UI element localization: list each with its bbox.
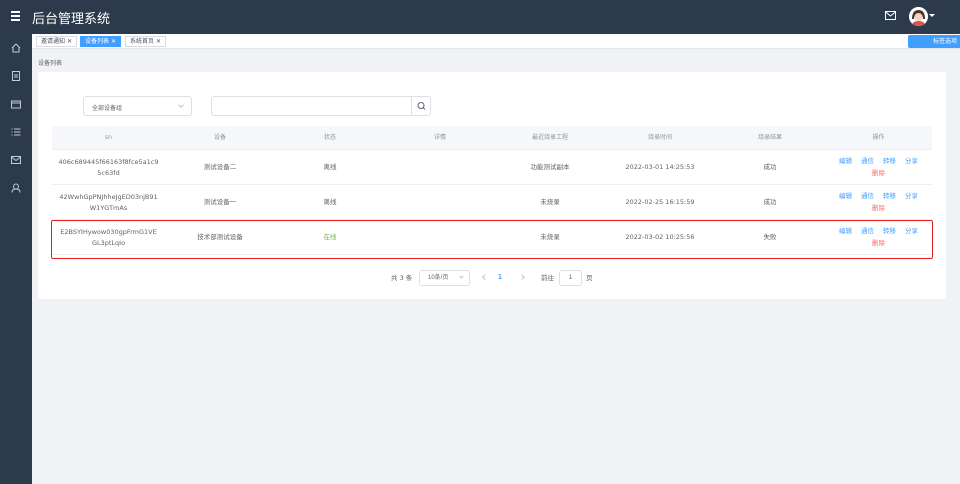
tag-options-button[interactable]: 标签选项	[908, 35, 960, 48]
edit-link[interactable]: 编辑	[839, 226, 852, 237]
device-group-select[interactable]: 全部设备组	[83, 96, 192, 116]
cell-device: 测试设备二	[203, 163, 237, 171]
cell-result: 成功	[763, 198, 777, 206]
column-header: 最近烧录工程	[531, 134, 568, 141]
folder-icon[interactable]	[11, 99, 21, 109]
cell-actions: 编辑 通信 转移 分享 删除	[825, 220, 932, 255]
column-header: 设备	[213, 134, 226, 141]
edit-link[interactable]: 编辑	[839, 191, 852, 202]
current-page[interactable]: 1	[498, 270, 502, 286]
cell-detail	[385, 220, 495, 255]
cell-result: 失败	[763, 233, 777, 241]
delete-link[interactable]: 删除	[872, 203, 885, 214]
transfer-link[interactable]: 转移	[883, 156, 896, 167]
sidebar	[0, 34, 32, 484]
share-link[interactable]: 分享	[905, 156, 918, 167]
close-icon[interactable]: ✕	[111, 38, 116, 45]
tag-label: 系统首页	[130, 38, 155, 45]
communicate-link[interactable]: 通信	[861, 226, 874, 237]
avatar-dropdown-icon[interactable]	[929, 14, 935, 17]
communicate-link[interactable]: 通信	[861, 156, 874, 167]
cell-device: 技术部测试设备	[197, 233, 243, 241]
cell-status: 离线	[323, 163, 337, 171]
next-page-icon[interactable]	[519, 274, 525, 280]
avatar[interactable]	[909, 7, 928, 26]
goto-page-input[interactable]: 1	[559, 270, 582, 286]
mail-icon[interactable]	[885, 11, 896, 20]
column-header: 操作	[872, 134, 885, 141]
page-size-value: 10条/页	[428, 275, 449, 281]
close-icon[interactable]: ✕	[67, 38, 72, 45]
tag-label: 邀请通知	[41, 38, 66, 45]
cell-device: 测试设备一	[203, 198, 237, 206]
close-icon[interactable]: ✕	[156, 38, 161, 45]
breadcrumb: 设备列表	[38, 60, 63, 67]
search-icon	[417, 102, 426, 110]
column-header: 烧录结果	[757, 134, 782, 141]
column-header: sn	[105, 134, 112, 141]
cell-sn: E2BSYIHywow030gpFrmG1VEGL3ptLqIo	[60, 227, 157, 247]
tag-invite-notice[interactable]: 邀请通知 ✕	[36, 36, 78, 47]
cell-time: 2022-02-25 16:15:59	[625, 198, 695, 206]
tag-label: 设备列表	[85, 38, 110, 45]
device-table: sn 设备 状态 详情 最近烧录工程 烧录时间 烧录结果 操作 406c6894…	[52, 126, 932, 255]
tag-device-list[interactable]: 设备列表 ✕	[80, 36, 122, 47]
goto-label: 前往	[541, 274, 554, 282]
search-box	[211, 96, 431, 116]
share-link[interactable]: 分享	[905, 191, 918, 202]
cell-actions: 编辑 通信 转移 分享 删除	[825, 150, 932, 185]
delete-link[interactable]: 删除	[872, 238, 885, 249]
table-row: 406c689445f66163f8fce5a1c95c63fd 测试设备二 离…	[52, 150, 932, 185]
cell-sn: 406c689445f66163f8fce5a1c95c63fd	[58, 157, 159, 177]
cell-detail	[385, 185, 495, 220]
home-icon[interactable]	[11, 43, 21, 53]
transfer-link[interactable]: 转移	[883, 226, 896, 237]
list-icon[interactable]	[11, 127, 21, 137]
transfer-link[interactable]: 转移	[883, 191, 896, 202]
tags-bar: 邀请通知 ✕ 设备列表 ✕ 系统首页 ✕ 标签选项	[32, 34, 960, 49]
page-unit-label: 页	[586, 274, 593, 282]
column-header: 状态	[323, 134, 336, 141]
page-size-select[interactable]: 10条/页	[419, 270, 470, 286]
prev-page-icon[interactable]	[482, 274, 488, 280]
column-header: 详情	[433, 134, 446, 141]
cell-status: 离线	[323, 198, 337, 206]
communicate-link[interactable]: 通信	[861, 191, 874, 202]
tag-home[interactable]: 系统首页 ✕	[125, 36, 167, 47]
cell-project: 未烧录	[540, 198, 560, 206]
search-input[interactable]	[212, 97, 411, 115]
cell-time: 2022-03-02 10:25:56	[625, 233, 695, 241]
device-group-value: 全部设备组	[92, 105, 123, 112]
cell-time: 2022-03-01 14:25:53	[625, 163, 695, 171]
cell-detail	[385, 150, 495, 185]
cell-project: 功能测试副本	[530, 163, 570, 171]
delete-link[interactable]: 删除	[872, 168, 885, 179]
table-header: sn 设备 状态 详情 最近烧录工程 烧录时间 烧录结果 操作	[52, 126, 932, 150]
hamburger-icon[interactable]	[11, 11, 20, 21]
user-avatar-icon	[909, 7, 928, 26]
chevron-down-icon	[459, 274, 464, 279]
table-row: 42WwhGpPNJhheJgED03njB91W1YGTmAs 测试设备一 离…	[52, 185, 932, 220]
app-title: 后台管理系统	[32, 12, 111, 27]
chevron-down-icon	[178, 102, 184, 108]
pagination: 共 3 条 10条/页 1 前往 1 页	[0, 270, 960, 286]
tag-options-label: 标签选项	[932, 38, 957, 45]
cell-project: 未烧录	[540, 233, 560, 241]
column-header: 烧录时间	[647, 134, 672, 141]
search-button[interactable]	[411, 97, 430, 115]
pagination-total: 共 3 条	[391, 274, 413, 282]
cell-actions: 编辑 通信 转移 分享 删除	[825, 185, 932, 220]
cell-result: 成功	[763, 163, 777, 171]
edit-link[interactable]: 编辑	[839, 156, 852, 167]
message-icon[interactable]	[11, 155, 21, 165]
top-navbar: 后台管理系统	[0, 0, 960, 34]
cell-status: 在线	[323, 233, 337, 241]
share-link[interactable]: 分享	[905, 226, 918, 237]
user-icon[interactable]	[11, 183, 21, 193]
document-icon[interactable]	[11, 71, 21, 81]
cell-sn: 42WwhGpPNJhheJgED03njB91W1YGTmAs	[59, 192, 158, 212]
device-list-card: 全部设备组 sn 设备 状态 详情 最近烧录工程 烧录时间 烧录结果 操作 40…	[38, 72, 946, 299]
table-row: E2BSYIHywow030gpFrmG1VEGL3ptLqIo 技术部测试设备…	[52, 220, 932, 255]
